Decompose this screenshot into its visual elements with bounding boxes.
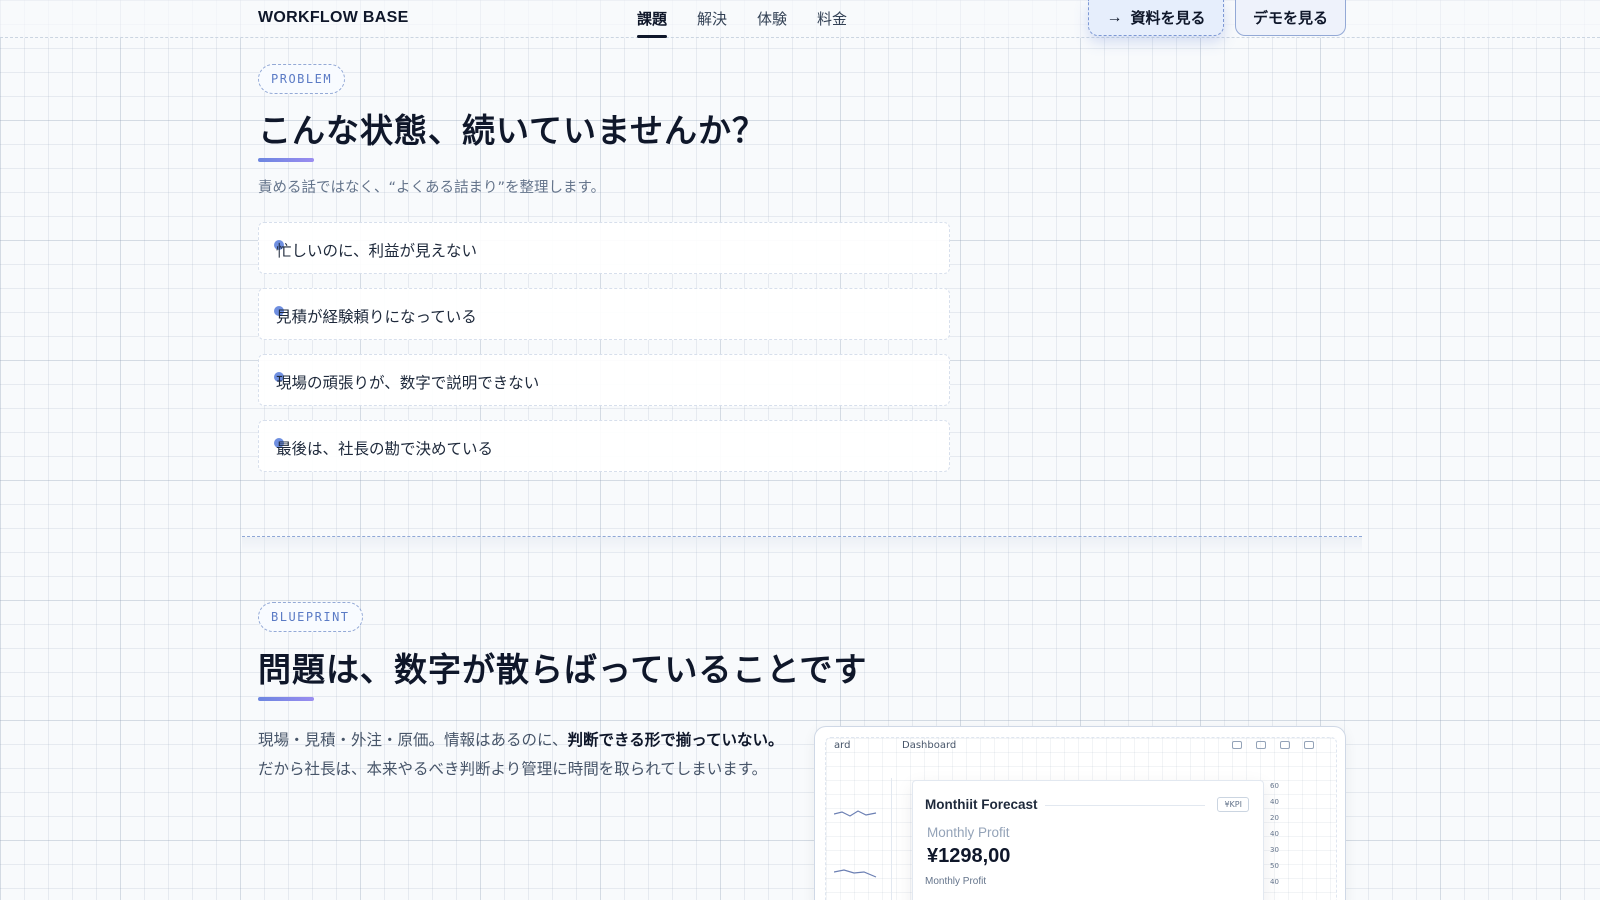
arrow-right-icon: → bbox=[1106, 8, 1123, 26]
profit-footer-label: Monthly Profit bbox=[925, 876, 987, 887]
y-tick: 40 bbox=[1270, 830, 1279, 838]
chart-icon bbox=[1256, 741, 1266, 749]
y-tick: 20 bbox=[1270, 814, 1279, 822]
list-item: 忙しいのに、利益が見えない bbox=[258, 222, 950, 274]
brand-logo[interactable]: WORKFLOW BASE bbox=[258, 9, 409, 27]
list-item-text: 忙しいのに、利益が見えない bbox=[276, 242, 478, 260]
nav-item-problem[interactable]: 課題 bbox=[637, 0, 668, 38]
blueprint-body: 現場・見積・外注・原価。情報はあるのに、判断できる形で揃っていない。 だから社長… bbox=[258, 731, 784, 778]
sparkline-icon bbox=[833, 810, 877, 878]
section-tag-blueprint: BLUEPRINT bbox=[258, 602, 363, 632]
list-item-text: 見積が経験頼りになっている bbox=[276, 308, 477, 326]
title-underline bbox=[258, 158, 314, 162]
view-materials-label: 資料を見る bbox=[1130, 10, 1206, 27]
list-item-text: 最後は、社長の勘で決めている bbox=[276, 440, 494, 458]
y-tick: 60 bbox=[1270, 782, 1279, 790]
y-tick: 40 bbox=[1270, 878, 1279, 886]
y-tick: 30 bbox=[1270, 846, 1279, 854]
mockup-toolbar bbox=[1232, 741, 1314, 749]
mockup-tab-left: ard bbox=[834, 740, 851, 751]
cloud-icon bbox=[1304, 741, 1314, 749]
mockup-tab-dashboard: Dashboard bbox=[902, 740, 957, 751]
blueprint-title: 問題は、数字が散らばっていることです bbox=[258, 650, 868, 689]
title-underline bbox=[258, 697, 314, 701]
y-tick: 40 bbox=[1270, 798, 1279, 806]
panel-divider bbox=[1045, 805, 1205, 806]
list-item: 見積が経験頼りになっている bbox=[258, 288, 950, 340]
list-item: 現場の頑張りが、数字で説明できない bbox=[258, 354, 950, 406]
panel-title: Monthiit Forecast bbox=[925, 797, 1038, 812]
problem-title: こんな状態、続いていませんか？ bbox=[258, 111, 767, 150]
list-item: 最後は、社長の勘で決めている bbox=[258, 420, 950, 472]
window-icon bbox=[1232, 741, 1242, 749]
nav-item-pricing[interactable]: 料金 bbox=[817, 0, 847, 38]
dashboard-mockup: ard Dashboard Monthiit Forecast ¥KPI Mon… bbox=[814, 726, 1346, 900]
y-tick: 50 bbox=[1270, 862, 1279, 870]
profit-label: Monthly Profit bbox=[927, 825, 1010, 840]
mockup-y-axis: 60 40 20 40 30 50 40 bbox=[1270, 782, 1279, 889]
list-item-text: 現場の頑張りが、数字で説明できない bbox=[276, 374, 540, 392]
forecast-panel: Monthiit Forecast ¥KPI Monthly Profit ¥1… bbox=[912, 780, 1264, 900]
section-tag-problem: PROBLEM bbox=[258, 64, 346, 94]
problem-subtitle: 責める話ではなく、“よくある詰まり”を整理します。 bbox=[258, 180, 606, 196]
site-header: WORKFLOW BASE 課題 解決 体験 料金 → 資料を見る デモを見る bbox=[0, 0, 1600, 38]
nav-item-solution[interactable]: 解決 bbox=[697, 0, 727, 38]
body-emphasis: 判断できる形で揃っていない。 bbox=[567, 731, 784, 749]
section-divider bbox=[242, 536, 1362, 554]
folder-icon bbox=[1280, 741, 1290, 749]
view-demo-button[interactable]: デモを見る bbox=[1235, 0, 1346, 36]
mockup-sidebar bbox=[833, 778, 892, 900]
nav-item-experience[interactable]: 体験 bbox=[757, 0, 787, 38]
view-materials-button[interactable]: → 資料を見る bbox=[1088, 0, 1224, 36]
main-nav: 課題 解決 体験 料金 bbox=[637, 0, 847, 38]
problem-list: 忙しいのに、利益が見えない 見積が経験頼りになっている 現場の頑張りが、数字で説… bbox=[258, 222, 950, 486]
profit-value: ¥1298,00 bbox=[927, 845, 1011, 867]
mockup-frame: ard Dashboard Monthiit Forecast ¥KPI Mon… bbox=[825, 737, 1337, 900]
kpi-badge: ¥KPI bbox=[1217, 797, 1249, 812]
